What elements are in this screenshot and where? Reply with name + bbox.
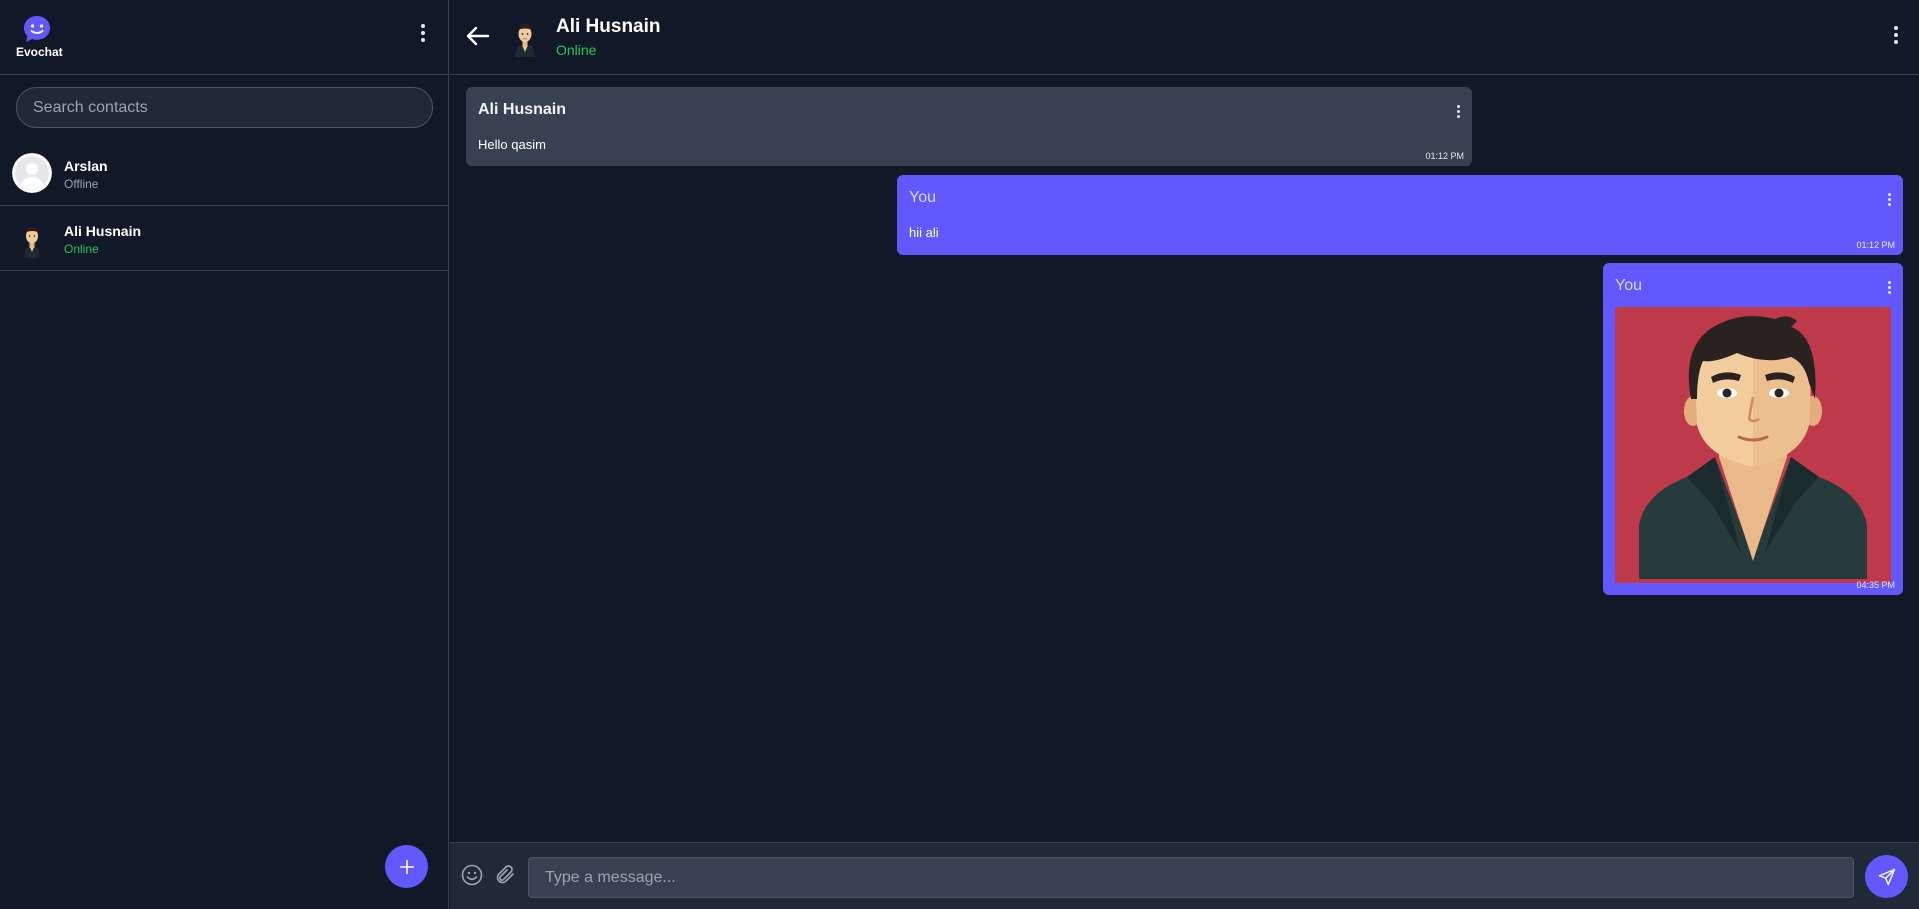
- message-text: Hello qasim: [478, 137, 546, 152]
- message-options-icon[interactable]: [1882, 278, 1896, 296]
- message-author: You: [909, 189, 936, 206]
- sidebar-header: Evochat: [0, 0, 448, 75]
- chat-contact-status: Online: [556, 42, 597, 58]
- message-options-icon[interactable]: [1882, 190, 1896, 208]
- chat-contact-name: Ali Husnain: [556, 16, 661, 37]
- chat-bubble-logo-icon: [24, 16, 50, 42]
- back-arrow-icon[interactable]: [464, 22, 492, 50]
- message-text: hii ali: [909, 225, 939, 240]
- message-sent: You hii ali 01:12 PM: [897, 175, 1903, 255]
- new-chat-button[interactable]: [385, 845, 428, 888]
- search-contacts-input[interactable]: [16, 87, 433, 128]
- app-name: Evochat: [16, 45, 63, 59]
- message-time: 01:12 PM: [1425, 151, 1464, 161]
- message-input[interactable]: [528, 857, 1854, 898]
- message-time: 04:35 PM: [1856, 580, 1895, 590]
- chat-panel: Ali Husnain Online Ali Husnain Hello qas…: [450, 0, 1919, 909]
- message-composer: [450, 842, 1919, 909]
- default-user-avatar-icon: [12, 153, 52, 193]
- message-sent-image: You 04:35 PM: [1603, 263, 1903, 595]
- contact-name: Arslan: [64, 158, 108, 174]
- contact-name: Ali Husnain: [64, 223, 142, 239]
- attachment-icon[interactable]: [493, 863, 517, 887]
- app-logo[interactable]: Evochat: [16, 14, 63, 59]
- plus-icon: [399, 859, 414, 874]
- message-received: Ali Husnain Hello qasim 01:12 PM: [466, 87, 1472, 166]
- contact-item-ali-husnain[interactable]: Ali Husnain Online: [0, 206, 449, 271]
- sidebar-menu-icon[interactable]: [413, 21, 433, 45]
- man-avatar-icon: [12, 218, 52, 258]
- message-author: Ali Husnain: [478, 101, 567, 118]
- message-time: 01:12 PM: [1856, 240, 1895, 250]
- contact-status: Online: [64, 242, 99, 256]
- contact-item-arslan[interactable]: Arslan Offline: [0, 141, 449, 206]
- chat-header: Ali Husnain Online: [450, 0, 1919, 75]
- send-icon: [1878, 868, 1895, 885]
- message-options-icon[interactable]: [1451, 102, 1465, 120]
- sidebar: Evochat Arslan Offline: [0, 0, 449, 909]
- chat-menu-icon[interactable]: [1886, 23, 1906, 47]
- send-button[interactable]: [1865, 855, 1908, 898]
- emoji-icon[interactable]: [460, 863, 484, 887]
- man-portrait-image[interactable]: [1615, 307, 1891, 583]
- message-author: You: [1615, 277, 1642, 294]
- contact-status: Offline: [64, 177, 99, 191]
- contact-avatar: [507, 17, 543, 57]
